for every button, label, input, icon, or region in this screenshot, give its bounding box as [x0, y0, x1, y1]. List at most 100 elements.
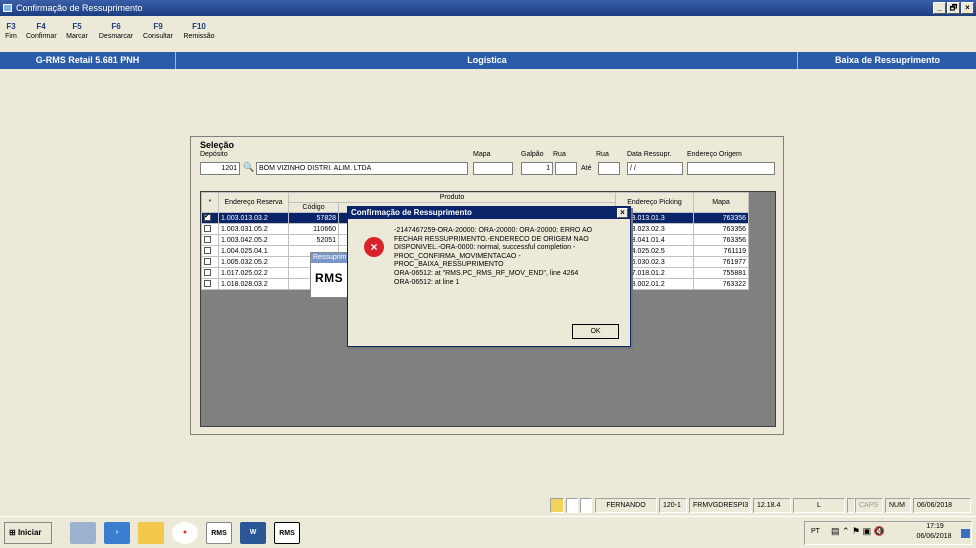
minimize-button[interactable]: _	[933, 2, 946, 14]
rua-to-label: Rua	[596, 151, 609, 158]
word-icon[interactable]: W	[240, 522, 266, 544]
message-line: DISPONIVEL.-ORA-0000: normal, successful…	[394, 244, 576, 252]
system-tray: PT ▤ ⌃ ⚑ ▣ 🔇 17:19 06/06/2018	[804, 521, 972, 545]
binoculars-icon[interactable]: 🔍	[243, 162, 254, 173]
show-desktop-icon[interactable]	[961, 529, 970, 538]
restore-button[interactable]: 🗗	[947, 2, 960, 14]
deposito-label: Depósito	[200, 151, 228, 158]
rms-app-button-active[interactable]: RMS	[274, 522, 300, 544]
mapa-cell: 761977	[693, 256, 749, 268]
tray-time[interactable]: 17:19	[915, 523, 955, 530]
col-mapa-header[interactable]: Mapa	[693, 192, 749, 213]
data-ressupr-field[interactable]: / /	[627, 162, 683, 175]
section-title: Seleção	[200, 140, 235, 150]
dialog-titlebar[interactable]: Confirmação de Ressuprimento ×	[348, 207, 630, 219]
mapa-cell: 755881	[693, 267, 749, 279]
tray-language[interactable]: PT	[811, 528, 820, 535]
app-icon	[3, 4, 12, 12]
mapa-cell: 763322	[693, 278, 749, 290]
fkey-key: F5	[72, 22, 82, 31]
dialog-close-button[interactable]: ×	[617, 208, 628, 218]
module-name: Logística	[177, 52, 798, 69]
row-checkbox[interactable]	[204, 236, 211, 244]
mapa-cell: 761119	[693, 245, 749, 257]
endereco-origem-label: Endereço Origem	[687, 151, 742, 158]
galpao-label: Galpão	[521, 151, 544, 158]
network-icon[interactable]	[70, 522, 96, 544]
status-user: FERNANDO	[595, 498, 657, 513]
fkey-key: F10	[192, 22, 206, 31]
row-checkbox[interactable]	[204, 258, 211, 266]
tray-date[interactable]: 06/06/2018	[909, 533, 959, 540]
start-button[interactable]: ⊞ Iniciar	[4, 522, 52, 544]
fkey-key: F6	[111, 22, 121, 31]
row-checkbox-cell[interactable]	[201, 234, 219, 246]
row-checkbox[interactable]	[204, 225, 211, 233]
fkey-label: Confirmar	[26, 33, 57, 40]
fkey-desmarcar[interactable]: F6 Desmarcar	[94, 18, 138, 50]
rms-app-button[interactable]: RMS	[206, 522, 232, 544]
fkey-label: Consultar	[143, 33, 173, 40]
fkey-label: Desmarcar	[98, 33, 134, 40]
fkey-consultar[interactable]: F9 Consultar	[138, 18, 178, 50]
page-icon[interactable]	[566, 498, 578, 513]
tray-icons[interactable]: ▤ ⌃ ⚑ ▣ 🔇	[831, 526, 885, 537]
status-date: 06/06/2018	[913, 498, 971, 513]
fkey-key: F3	[6, 22, 16, 31]
endereco-origem-field[interactable]	[687, 162, 775, 175]
message-line: PROC_BAIXA_RESSUPRIMENTO	[394, 261, 504, 269]
status-bar: FERNANDO 120-1 FRMVGDRESPI3 12.18.4 L CA…	[7, 498, 971, 514]
row-checkbox[interactable]	[204, 247, 211, 255]
status-version: 12.18.4	[753, 498, 791, 513]
clipboard-icon[interactable]	[580, 498, 592, 513]
fkey-marcar[interactable]: F5 Marcar	[60, 18, 94, 50]
message-line: ORA-06512: at line 1	[394, 278, 460, 286]
row-checkbox-cell[interactable]	[201, 245, 219, 257]
rua-to-field[interactable]	[598, 162, 620, 175]
fkey-fim[interactable]: F3 Fim	[0, 18, 22, 50]
row-checkbox-cell[interactable]	[201, 256, 219, 268]
fkey-confirmar[interactable]: F4 Confirmar	[22, 18, 60, 50]
taskbar: ⊞ Iniciar › ● RMS W RMS PT ▤ ⌃ ⚑ ▣ 🔇 17:…	[0, 516, 976, 548]
error-message: -2147467259-ORA-20000: ORA-20000: ORA-20…	[394, 227, 626, 287]
deposito-field[interactable]: 1201	[200, 162, 240, 175]
reserva-cell: 1.004.025.04.1	[218, 245, 289, 257]
row-checkbox[interactable]	[204, 212, 211, 222]
galpao-field[interactable]: 1	[521, 162, 553, 175]
function-key-toolbar: F3 Fim F4 Confirmar F5 Marcar F6 Desmarc…	[0, 18, 220, 50]
reserva-cell: 1.017.025.02.2	[218, 267, 289, 279]
reserva-cell: 1.003.042.05.2	[218, 234, 289, 246]
row-checkbox-cell[interactable]	[201, 223, 219, 235]
col-endereco-reserva-header[interactable]: Endereço Reserva	[218, 192, 289, 213]
window-titlebar[interactable]: Confirmação de Ressuprimento _ 🗗 ×	[0, 0, 976, 16]
message-line: PROC_CONFIRMA_MOVIMENTACAO -	[394, 252, 521, 260]
window-title: Confirmação de Ressuprimento	[16, 3, 143, 13]
fkey-key: F9	[153, 22, 163, 31]
row-checkbox-cell[interactable]	[201, 212, 219, 224]
row-checkbox-cell[interactable]	[201, 278, 219, 290]
start-label: Iniciar	[17, 528, 42, 537]
col-codigo-header[interactable]: Código	[288, 202, 339, 213]
rua-from-field[interactable]	[555, 162, 577, 175]
mapa-cell: 763356	[693, 234, 749, 246]
status-host: FRMVGDRESPI3	[689, 498, 751, 513]
mapa-label: Mapa	[473, 151, 491, 158]
system-name: G-RMS Retail 5.681 PNH	[0, 52, 176, 69]
close-button[interactable]: ×	[961, 2, 974, 14]
row-checkbox[interactable]	[204, 280, 211, 288]
row-checkbox[interactable]	[204, 269, 211, 277]
codigo-cell: 110660	[288, 223, 339, 235]
status-num: NUM	[885, 498, 911, 513]
folder-icon[interactable]	[138, 522, 164, 544]
status-mode: L	[793, 498, 845, 513]
row-checkbox-cell[interactable]	[201, 267, 219, 279]
star-icon[interactable]	[550, 498, 564, 513]
col-mark-header[interactable]: *	[201, 192, 219, 213]
fkey-remissao[interactable]: F10 Remissão	[178, 18, 220, 50]
status-caps: CAPS	[855, 498, 883, 513]
mapa-field[interactable]	[473, 162, 513, 175]
col-produto-header[interactable]: Produto	[288, 192, 616, 203]
ok-button[interactable]: OK	[572, 324, 619, 339]
powershell-icon[interactable]: ›	[104, 522, 130, 544]
chrome-icon[interactable]: ●	[172, 522, 198, 544]
